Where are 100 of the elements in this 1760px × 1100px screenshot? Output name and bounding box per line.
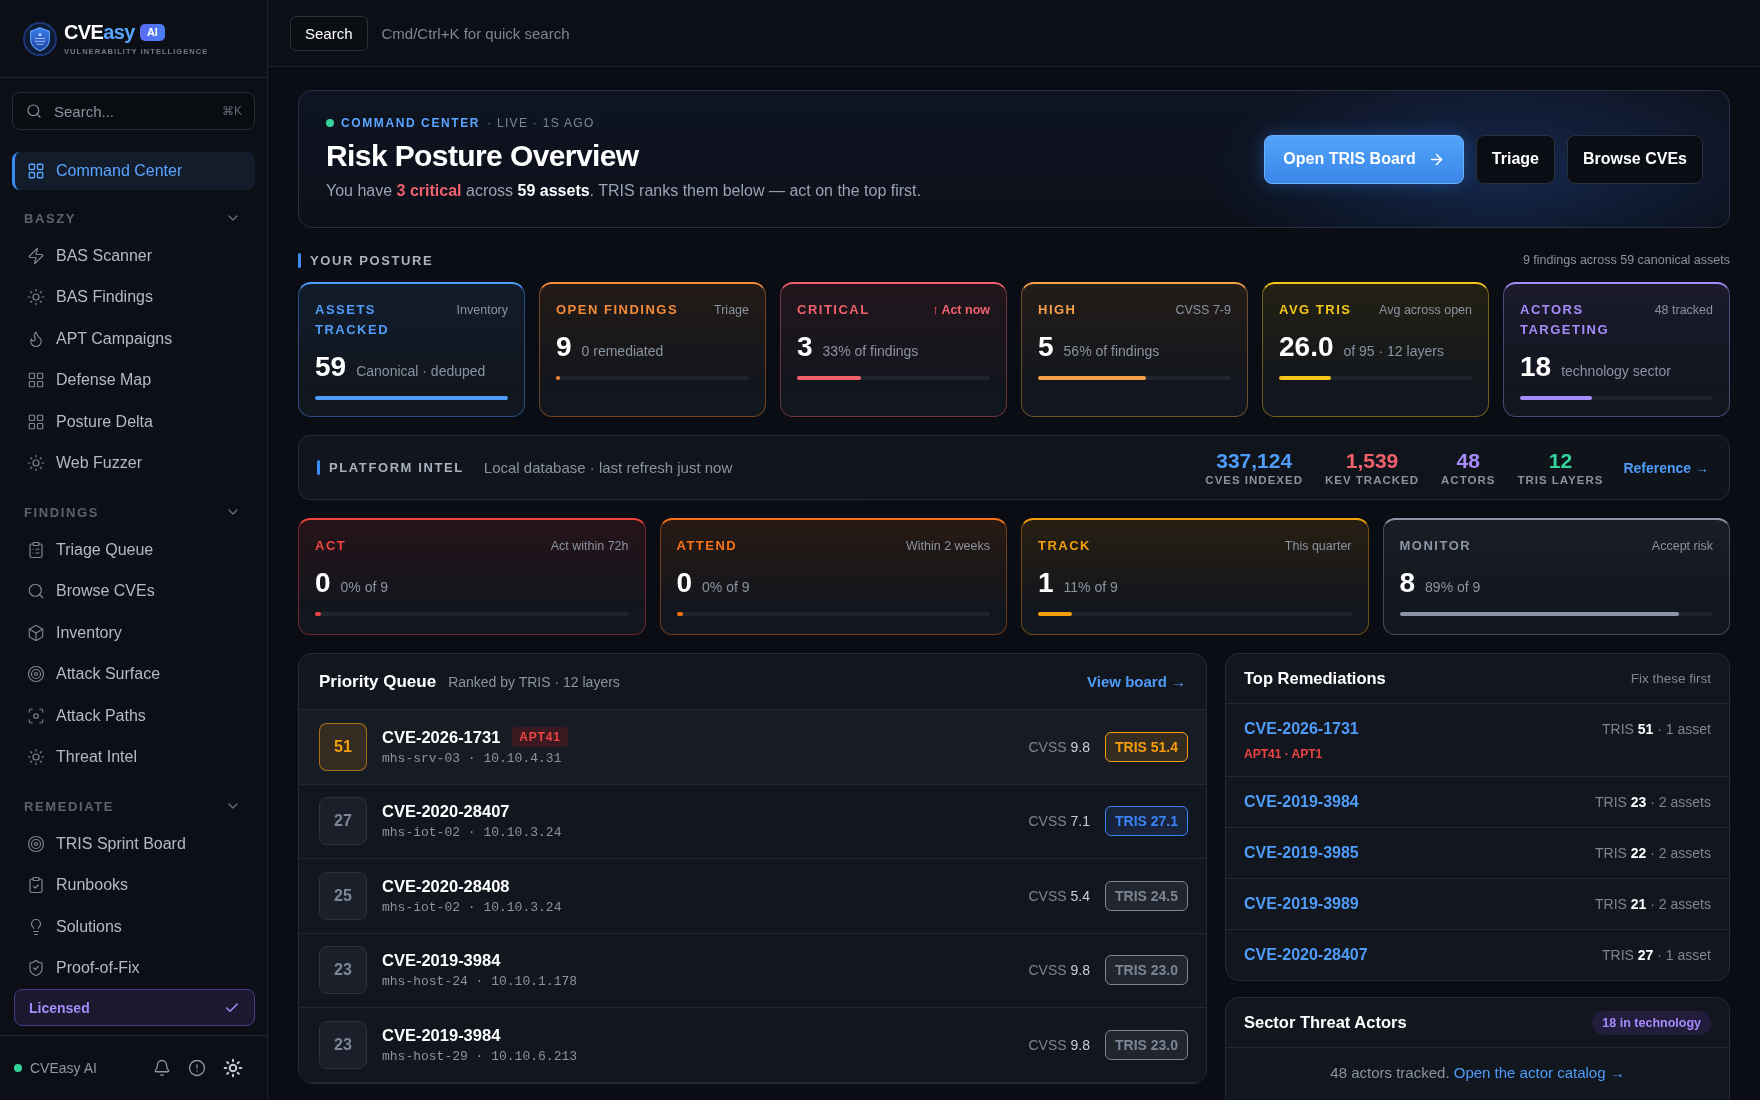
panel-title: Sector Threat Actors	[1244, 1013, 1407, 1032]
cve-id: CVE-2020-28408	[382, 876, 510, 896]
shield-logo-icon	[23, 21, 57, 56]
tier-label: ACT	[315, 537, 347, 555]
cube-icon	[27, 623, 45, 642]
tier-value: 0	[315, 566, 331, 600]
stat-tag: 48 tracked	[1654, 300, 1713, 320]
stat-value: 18	[1520, 350, 1552, 384]
action-button[interactable]: Browse CVEs	[1566, 134, 1703, 184]
stat-caption: 33% of findings	[822, 343, 919, 359]
stat-caption: Canonical · deduped	[356, 363, 486, 379]
action-button[interactable]: Triage	[1475, 134, 1555, 184]
section-title: YOUR POSTURE	[310, 252, 434, 268]
cve-link[interactable]: CVE-2026-1731	[1244, 718, 1359, 740]
nav-item[interactable]: APT Campaigns	[12, 318, 255, 360]
cve-link[interactable]: CVE-2019-3989	[1244, 893, 1359, 915]
nav-item[interactable]: Web Fuzzer	[12, 442, 255, 484]
page-title: Risk Posture Overview	[326, 138, 640, 174]
nav-item[interactable]: BAS Findings	[12, 276, 255, 318]
alert-icon[interactable]	[188, 1059, 206, 1077]
rank-score: 23	[319, 1020, 367, 1069]
view-board-link[interactable]: View board →	[1087, 673, 1186, 690]
nav-item[interactable]: Runbooks	[12, 864, 255, 906]
clipboard-icon	[27, 540, 45, 559]
target-icon	[27, 665, 45, 684]
tier-tag: This quarter	[1284, 536, 1352, 556]
nav-item[interactable]: Browse CVEs	[12, 570, 255, 612]
tier-caption: 89% of 9	[1425, 579, 1481, 595]
nav-item[interactable]: Solutions	[12, 906, 255, 948]
target-icon	[27, 834, 45, 853]
license-status[interactable]: Licensed	[14, 989, 255, 1026]
tris-score: TRIS 51.4	[1104, 731, 1188, 762]
nav-item[interactable]: BAS Scanner	[12, 235, 255, 277]
tier-value: 0	[676, 566, 693, 600]
actors-summary: 48 actors tracked. Open the actor catalog →	[1329, 1063, 1626, 1083]
cve-id: CVE-2026-1731	[382, 727, 501, 747]
bell-icon[interactable]	[153, 1059, 171, 1077]
intel-value: 1,539	[1345, 449, 1399, 473]
nav-item[interactable]: Posture Delta	[12, 401, 255, 443]
stat-caption: 0 remediated	[581, 343, 664, 359]
cvss-score: CVSS 9.8	[1028, 738, 1090, 755]
tier-tag: Act within 72h	[550, 536, 629, 556]
search-icon	[26, 103, 42, 119]
actor-catalog-link[interactable]: Open the actor catalog →	[1453, 1064, 1625, 1081]
nav-item[interactable]: Attack Paths	[12, 695, 255, 737]
stat-tag: ↑ Act now	[932, 300, 990, 320]
rank-score: 25	[319, 871, 367, 920]
host-address: mhs-host-24 · 10.10.1.178	[382, 974, 579, 990]
section-title: PLATFORM INTEL	[329, 460, 464, 475]
tris-score: TRIS 24.5	[1104, 880, 1188, 911]
tier-value: 8	[1399, 566, 1416, 600]
intel-label: TRIS LAYERS	[1517, 474, 1604, 486]
stat-tag: Triage	[714, 300, 749, 320]
cve-link[interactable]: CVE-2019-3984	[1244, 791, 1359, 813]
nav-item[interactable]: Triage Queue	[12, 529, 255, 571]
stat-caption: 56% of findings	[1063, 343, 1160, 359]
tier-caption: 0% of 9	[702, 579, 750, 595]
tier-label: TRACK	[1038, 537, 1091, 555]
live-status: · LIVE · 1S AGO	[487, 116, 595, 130]
tier-value: 1	[1038, 566, 1054, 600]
nav-item[interactable]: Command Center	[12, 152, 255, 190]
status-label: CVEasy AI	[30, 1060, 98, 1076]
stat-tag: Avg across open	[1379, 300, 1472, 320]
stat-caption: of 95 · 12 layers	[1343, 343, 1444, 359]
nav-item[interactable]: Defense Map	[12, 359, 255, 401]
rank-score: 23	[319, 946, 367, 995]
lightning-icon	[27, 246, 45, 265]
risk-summary: You have 3 critical across 59 assets. TRIS ranks them below — act on the top first.	[326, 181, 921, 201]
rank-score: 51	[319, 722, 367, 771]
flame-icon	[27, 329, 45, 348]
actor-tag: APT41	[512, 727, 568, 748]
intel-note: Local database · last refresh just now	[483, 459, 734, 476]
nav-item[interactable]: TRIS Sprint Board	[12, 823, 255, 865]
panel-title: Top Remediations	[1244, 669, 1386, 688]
reference-link[interactable]: Reference →	[1623, 459, 1709, 476]
stat-caption: technology sector	[1561, 363, 1671, 379]
stat-label: CRITICAL	[797, 301, 870, 319]
stat-label: HIGH	[1038, 301, 1077, 319]
queue-row[interactable]: 51 CVE-2026-1731 APT41 mhs-srv-03 · 10.10.4.31 CVSS 9.8 TRIS 51.4	[299, 710, 1206, 785]
nav-item[interactable]: Inventory	[12, 612, 255, 654]
search-button[interactable]: Search	[290, 15, 368, 51]
nav-item[interactable]: Threat Intel	[12, 736, 255, 778]
tris-meta: TRIS 23 · 2 assets	[1595, 793, 1711, 812]
sun-icon	[27, 288, 45, 307]
tris-meta: TRIS 21 · 2 assets	[1595, 895, 1711, 914]
stat-label: AVG TRIS	[1279, 301, 1352, 319]
cve-link[interactable]: CVE-2019-3985	[1244, 842, 1359, 864]
sector-badge: 18 in technology	[1592, 1010, 1711, 1035]
tris-meta: TRIS 22 · 2 assets	[1595, 844, 1711, 863]
nav-item[interactable]: Attack Surface	[12, 653, 255, 695]
nav-item[interactable]: Proof-of-Fix	[12, 947, 255, 989]
cve-link[interactable]: CVE-2020-28407	[1244, 944, 1368, 966]
tier-caption: 0% of 9	[340, 579, 389, 595]
sun-icon[interactable]	[223, 1058, 243, 1078]
cvss-score: CVSS 9.8	[1028, 1036, 1090, 1053]
stat-tag: Inventory	[456, 300, 508, 320]
host-address: mhs-iot-02 · 10.10.3.24	[382, 899, 563, 915]
tris-score: TRIS 23.0	[1104, 1029, 1188, 1060]
search-hint: Cmd/Ctrl+K for quick search	[381, 24, 570, 42]
brand-name: CVEasy	[64, 21, 135, 44]
